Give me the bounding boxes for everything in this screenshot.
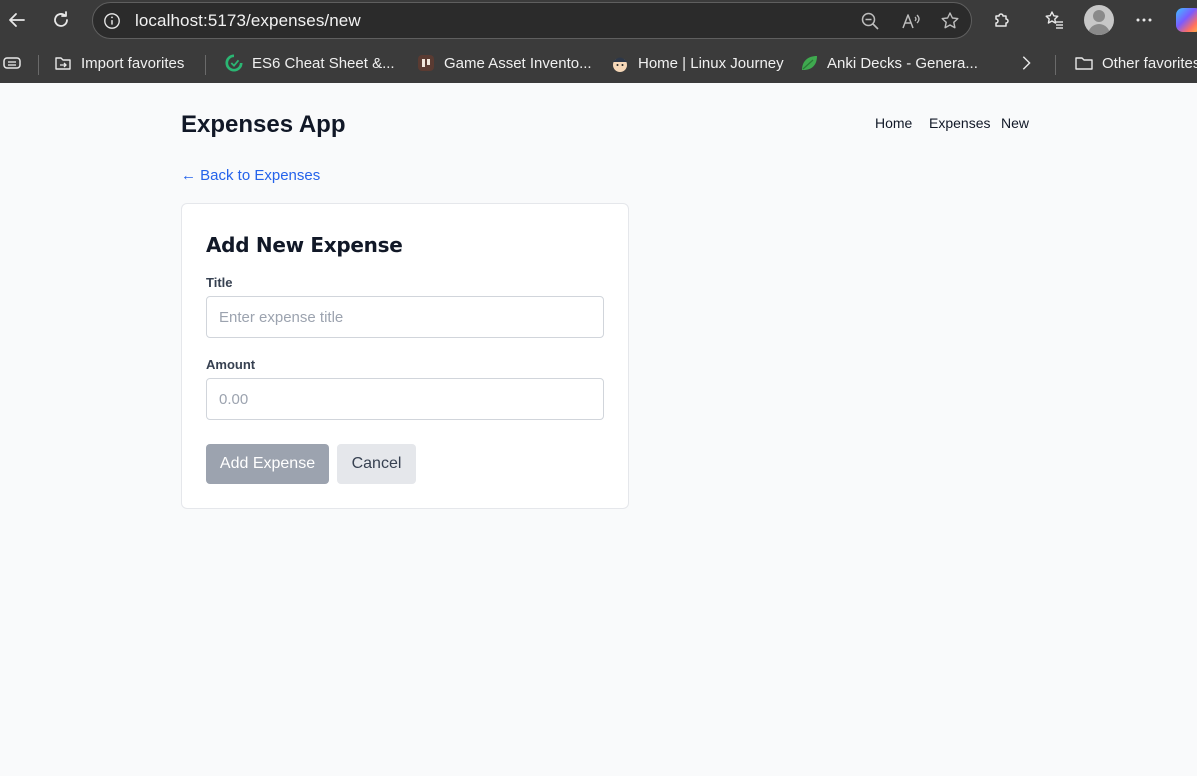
anki-leaf-icon (799, 53, 819, 73)
extensions-puzzle-icon[interactable] (987, 5, 1017, 35)
nav-link-home[interactable]: Home (875, 115, 912, 131)
app-title: Expenses App (181, 111, 346, 138)
add-expense-form-card: Add New Expense Title Amount Add Expense… (181, 203, 629, 509)
bookmark-game-asset-inventory[interactable]: Game Asset Invento... (416, 50, 592, 76)
es6-site-icon (224, 53, 244, 73)
favorites-list-icon[interactable] (1039, 5, 1069, 35)
title-label: Title (206, 275, 233, 290)
chevron-right-icon[interactable] (1016, 50, 1036, 76)
profile-avatar[interactable] (1084, 5, 1114, 35)
nav-link-new[interactable]: New (1001, 115, 1029, 131)
more-menu-icon[interactable] (1129, 5, 1159, 35)
bookmark-es6-cheat-sheet[interactable]: ES6 Cheat Sheet &... (224, 50, 395, 76)
copilot-icon[interactable] (1176, 8, 1197, 32)
bookmark-linux-journey[interactable]: Home | Linux Journey (610, 50, 784, 76)
favorite-star-icon[interactable] (939, 10, 961, 32)
read-aloud-icon[interactable] (899, 10, 921, 32)
zoom-icon[interactable] (859, 10, 881, 32)
site-info-icon[interactable] (101, 10, 123, 32)
game-asset-site-icon (416, 53, 436, 73)
page-content: Expenses App Home Expenses New ← Back to… (0, 83, 1197, 776)
add-expense-button[interactable]: Add Expense (206, 444, 329, 484)
reload-icon[interactable] (46, 5, 76, 35)
bookmark-other-favorites[interactable]: Other favorites (1074, 50, 1197, 76)
amount-label: Amount (206, 357, 256, 372)
bookmark-anki-decks[interactable]: Anki Decks - Genera... (799, 50, 978, 76)
linux-journey-site-icon (610, 53, 630, 73)
nav-link-expenses[interactable]: Expenses (929, 115, 990, 131)
favorites-bar: Import favorites ES6 Cheat Sheet &... Ga… (0, 44, 1197, 82)
title-input[interactable] (206, 296, 604, 338)
amount-input[interactable] (206, 378, 604, 420)
address-bar[interactable]: localhost:5173/expenses/new (92, 2, 972, 39)
folder-icon (1074, 53, 1094, 73)
browser-chrome: localhost:5173/expenses/new Import favor… (0, 0, 1197, 83)
back-to-expenses-link[interactable]: ← Back to Expenses (181, 167, 320, 184)
url-text[interactable]: localhost:5173/expenses/new (135, 11, 361, 31)
collections-icon[interactable] (2, 50, 22, 76)
back-arrow-icon[interactable] (2, 5, 32, 35)
import-icon (53, 53, 73, 73)
bookmark-import-favorites[interactable]: Import favorites (53, 50, 184, 76)
form-heading: Add New Expense (206, 233, 403, 257)
cancel-button[interactable]: Cancel (337, 444, 416, 484)
browser-toolbar: localhost:5173/expenses/new (0, 0, 1197, 40)
